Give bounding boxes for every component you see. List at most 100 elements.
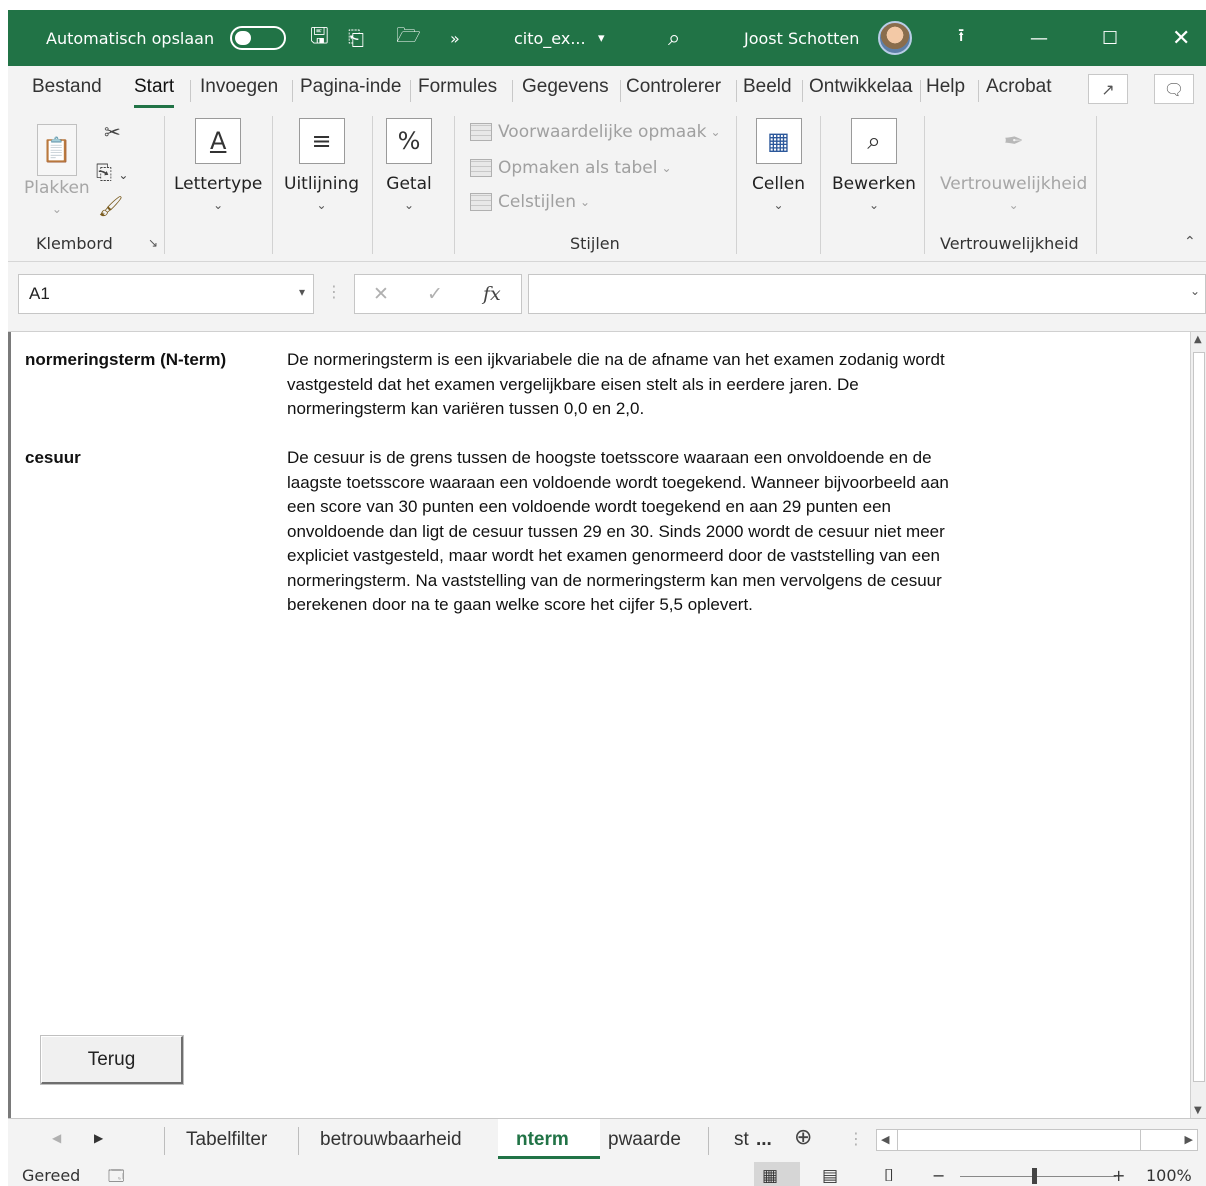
format-as-table-button[interactable]: Opmaken als tabel ⌄ — [470, 158, 672, 178]
formula-bar-grip-icon: ⋮ — [326, 282, 342, 301]
tab-gegevens[interactable]: Gegevens — [522, 76, 609, 104]
more-sheets-icon[interactable]: ... — [756, 1129, 772, 1151]
format-painter-icon[interactable]: 🖌 — [98, 194, 123, 218]
scroll-left-icon[interactable]: ◀ — [881, 1133, 889, 1146]
table-icon — [470, 159, 492, 177]
tab-acrobat[interactable]: Acrobat — [986, 76, 1051, 104]
align-icon: ≡ — [298, 118, 345, 164]
tab-start[interactable]: Start — [134, 76, 175, 108]
term-description: De normeringsterm is een ijkvariabele di… — [287, 350, 945, 418]
sheet-tab-betrouwbaarheid[interactable]: betrouwbaarheid — [320, 1129, 462, 1151]
font-icon: A — [195, 118, 242, 164]
sensitivity-group-label: Vertrouwelijkheid — [940, 234, 1079, 253]
term-description: De cesuur is de grens tussen de hoogste … — [287, 448, 949, 614]
paste-button[interactable]: 📋 Plakken ⌄ — [24, 124, 90, 216]
maximize-icon[interactable]: ☐ — [1102, 10, 1118, 66]
sensitivity-button[interactable]: ✒ Vertrouwelijkheid ⌄ — [940, 118, 1087, 212]
page-break-preview-icon[interactable]: ⌷ — [884, 1166, 894, 1186]
name-box-caret-icon[interactable]: ▾ — [299, 285, 305, 299]
tab-ontwikkelaars[interactable]: Ontwikkelaa — [809, 76, 913, 104]
comments-icon[interactable]: 🗨 — [1154, 74, 1194, 104]
sensitivity-icon: ✒ — [1003, 127, 1024, 155]
vertical-scrollbar[interactable]: ▲ ▼ — [1190, 332, 1206, 1118]
status-text: Gereed — [22, 1166, 81, 1185]
sheet-tab-st[interactable]: st — [734, 1129, 749, 1151]
avatar[interactable] — [878, 10, 912, 66]
ribbon-tabs: Bestand Start Invoegen Pagina-inde Formu… — [8, 66, 1206, 110]
sheet-tab-pwaarde[interactable]: pwaarde — [608, 1129, 681, 1151]
scroll-down-icon[interactable]: ▼ — [1194, 1105, 1202, 1116]
sheet-tabs-bar: ◀ ▶ Tabelfilter betrouwbaarheid nterm pw… — [8, 1118, 1206, 1162]
minimize-icon[interactable]: — — [1030, 10, 1048, 66]
page-layout-icon[interactable]: ▤ — [822, 1166, 838, 1186]
prev-sheet-icon[interactable]: ◀ — [52, 1131, 61, 1145]
add-sheet-icon[interactable]: ⊕ — [794, 1125, 812, 1150]
copy-icon[interactable]: ⎘ ⌄ — [96, 160, 128, 184]
tab-formules[interactable]: Formules — [418, 76, 497, 104]
tab-invoegen[interactable]: Invoegen — [200, 76, 278, 104]
search-icon[interactable]: ⌕ — [668, 10, 680, 66]
file-name[interactable]: cito_ex... — [514, 10, 586, 66]
title-bar: Automatisch opslaan 🖫 ⎗ 🗁 » cito_ex... ▾… — [8, 10, 1206, 66]
edit-button[interactable]: ⌕ Bewerken ⌄ — [832, 118, 916, 212]
tab-bestand[interactable]: Bestand — [32, 76, 102, 104]
more-commands-icon[interactable]: » — [450, 10, 460, 66]
cancel-icon[interactable]: ✕ — [373, 283, 389, 305]
h-scrollbar-thumb[interactable] — [897, 1130, 1141, 1150]
save-icon[interactable]: 🖫 — [310, 10, 329, 66]
alignment-button[interactable]: ≡ Uitlijning ⌄ — [284, 118, 359, 212]
collapse-ribbon-icon[interactable]: ⌃ — [1184, 234, 1196, 250]
zoom-slider-thumb[interactable] — [1032, 1168, 1037, 1184]
formula-input[interactable] — [528, 274, 1206, 314]
autosave-toggle[interactable] — [230, 10, 286, 66]
insert-function-icon[interactable]: fx — [483, 283, 501, 305]
file-name-caret-icon[interactable]: ▾ — [598, 10, 605, 66]
splitter-grip-icon: ⋮ — [848, 1129, 864, 1148]
sheet-tab-nterm[interactable]: nterm — [516, 1129, 569, 1151]
zoom-slider[interactable] — [960, 1176, 1116, 1177]
expand-formula-icon[interactable]: ⌄ — [1190, 284, 1200, 298]
formula-bar: A1 ▾ ⋮ ✕ ✓ fx ⌄ — [8, 262, 1206, 332]
user-name[interactable]: Joost Schotten — [744, 10, 859, 66]
tab-help[interactable]: Help — [926, 76, 965, 104]
name-box[interactable]: A1 ▾ — [18, 274, 314, 314]
cut-icon[interactable]: ✂ — [104, 120, 121, 144]
scrollbar-thumb[interactable] — [1193, 352, 1205, 1082]
tab-beeld[interactable]: Beeld — [743, 76, 792, 104]
cells-button[interactable]: ▦ Cellen ⌄ — [752, 118, 805, 212]
normal-view-icon[interactable]: ▦ — [762, 1166, 778, 1186]
horizontal-scrollbar[interactable]: ◀ ▶ — [876, 1129, 1198, 1151]
accessibility-icon[interactable]: 🗔 — [108, 1166, 124, 1186]
cell-styles-button[interactable]: Celstijlen ⌄ — [470, 192, 590, 212]
worksheet[interactable]: normeringsterm (N-term) De normeringster… — [8, 332, 1206, 1118]
enter-icon[interactable]: ✓ — [427, 283, 443, 305]
styles-group-label: Stijlen — [570, 234, 620, 253]
tab-pagina-indeling[interactable]: Pagina-inde — [300, 76, 401, 104]
term-label: cesuur — [25, 448, 81, 467]
scroll-up-icon[interactable]: ▲ — [1194, 334, 1202, 345]
scroll-right-icon[interactable]: ▶ — [1185, 1133, 1193, 1146]
clipboard-group-label: Klembord — [36, 234, 113, 253]
tab-controleren[interactable]: Controlerer — [626, 76, 721, 104]
close-icon[interactable]: ✕ — [1172, 10, 1190, 66]
search-icon: ⌕ — [850, 118, 897, 164]
term-label: normeringsterm (N-term) — [25, 350, 227, 369]
zoom-in-icon[interactable]: + — [1112, 1166, 1125, 1185]
back-button[interactable]: Terug — [41, 1036, 183, 1084]
ribbon-display-icon[interactable]: ⭱ — [958, 10, 964, 66]
save-as-icon[interactable]: ⎗ — [348, 10, 364, 66]
status-bar: Gereed 🗔 ▦ ▤ ⌷ − + 100% — [8, 1162, 1206, 1186]
number-button[interactable]: % Getal ⌄ — [386, 118, 432, 212]
conditional-format-button[interactable]: Voorwaardelijke opmaak ⌄ — [470, 122, 721, 142]
dialog-launcher-icon[interactable]: ↘ — [148, 236, 158, 250]
open-folder-icon[interactable]: 🗁 — [396, 10, 421, 66]
share-icon[interactable]: ↗ — [1088, 74, 1128, 104]
sheet-tab-tabelfilter[interactable]: Tabelfilter — [186, 1129, 267, 1151]
zoom-level[interactable]: 100% — [1146, 1166, 1192, 1185]
formula-buttons: ✕ ✓ fx — [354, 274, 522, 314]
cell-styles-icon — [470, 193, 492, 211]
next-sheet-icon[interactable]: ▶ — [94, 1131, 103, 1145]
font-button[interactable]: A Lettertype ⌄ — [174, 118, 262, 212]
zoom-out-icon[interactable]: − — [932, 1166, 945, 1185]
percent-icon: % — [386, 118, 432, 164]
